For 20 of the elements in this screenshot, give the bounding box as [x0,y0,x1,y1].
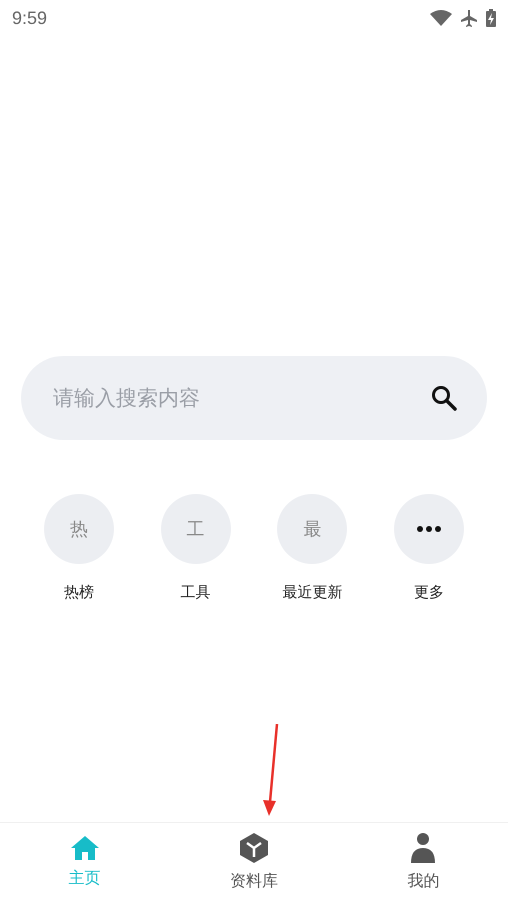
shortcut-label[interactable]: 更多 [414,581,444,604]
cube-icon [240,833,268,863]
status-time: 9:59 [12,6,48,30]
airplane-icon [460,9,478,27]
shortcut-label[interactable]: 最近更新 [282,581,342,604]
person-icon [409,833,438,863]
shortcut-label[interactable]: 热榜 [64,581,94,604]
search-field[interactable]: 请输入搜索内容 [51,356,431,440]
search-icon[interactable] [431,385,457,411]
shortcut-label[interactable]: 工具 [180,581,211,604]
shortcut-glyph: 最 [303,518,322,542]
tab[interactable]: 我的 [407,833,440,893]
shortcut-glyph: 热 [70,518,88,542]
more-icon[interactable] [416,526,441,532]
search-bar[interactable]: 请输入搜索内容 [21,356,487,440]
shortcut-glyph: 工 [186,518,205,542]
tab[interactable]: 资料库 [230,833,278,893]
home-icon [70,836,99,860]
wifi-icon [430,10,452,26]
battery-charging-icon [486,9,496,27]
